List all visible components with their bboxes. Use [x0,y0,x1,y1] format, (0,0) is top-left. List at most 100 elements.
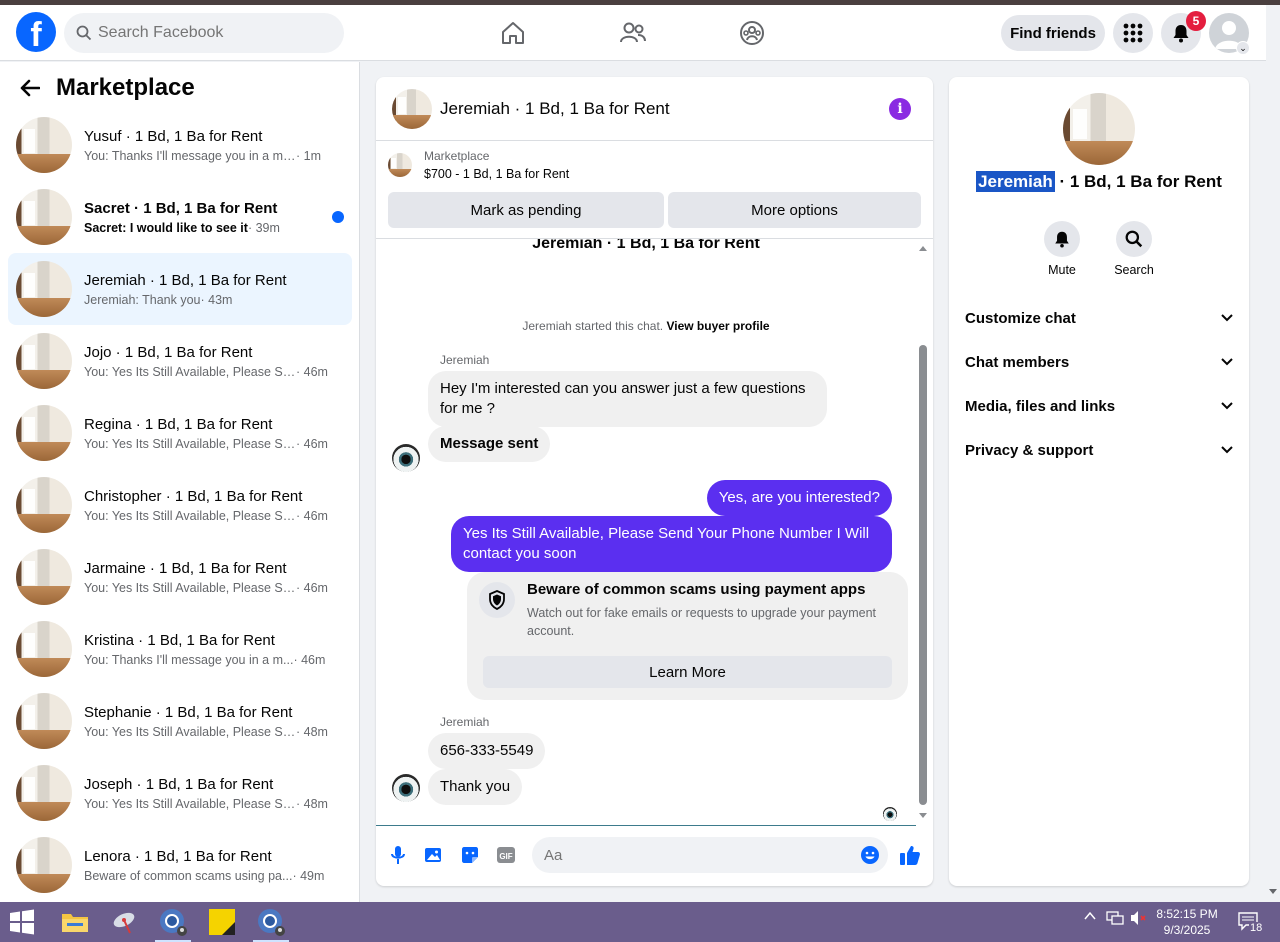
conversation-time: · 48m [296,796,328,811]
friends-icon[interactable] [617,17,649,49]
message-scrollbar[interactable] [918,245,928,825]
groups-icon[interactable] [736,17,768,49]
file-explorer-icon[interactable] [55,902,95,942]
conversation-item-jojo[interactable]: Jojo · 1 Bd, 1 Ba for Rent You: Yes Its S… [8,325,352,397]
emoji-icon[interactable] [860,845,880,865]
marketplace-listing-row[interactable]: Marketplace $700 - 1 Bd, 1 Ba for Rent [388,149,569,181]
view-buyer-profile-link[interactable]: View buyer profile [666,319,769,333]
sticker-icon[interactable] [458,843,482,867]
conversation-name: Sacret · 1 Bd, 1 Ba for Rent [84,199,278,217]
incoming-message[interactable]: Hey I'm interested can you answer just a… [428,371,827,427]
conversation-item-kristina[interactable]: Kristina · 1 Bd, 1 Ba for Rent You: Thank… [8,613,352,685]
thumbs-up-icon[interactable] [898,843,922,867]
chat-listing-thumbnail[interactable] [392,88,432,129]
conversation-preview: You: Thanks I'll message you in a mo... [84,148,296,163]
action-center-count: 18 [1249,922,1264,934]
gif-icon[interactable]: GIF [494,843,518,867]
back-arrow-icon[interactable] [20,79,40,97]
conversation-item-jeremiah[interactable]: Jeremiah · 1 Bd, 1 Ba for Rent Jeremiah: … [8,253,352,325]
incoming-message[interactable]: 656-333-5549 [428,733,546,769]
satellite-app-icon[interactable] [104,902,144,942]
home-icon[interactable] [497,17,529,49]
info-icon[interactable]: i [889,98,911,120]
chevron-down-icon [1221,358,1233,366]
conversation-item-joseph[interactable]: Joseph · 1 Bd, 1 Ba for Rent You: Yes Its… [8,757,352,829]
find-friends-button[interactable]: Find friends [1001,15,1105,51]
listing-thumbnail [16,261,72,317]
media-files-links-section[interactable]: Media, files and links [965,384,1233,428]
details-listing-photo[interactable] [1063,93,1135,165]
conversation-item-stephanie[interactable]: Stephanie · 1 Bd, 1 Ba for Rent You: Yes … [8,685,352,757]
mute-label: Mute [1048,263,1076,277]
search-label: Search [1114,263,1154,277]
incoming-message[interactable]: Thank you [428,769,523,805]
chrome-profile-icon-2[interactable] [251,902,291,942]
chat-title[interactable]: Jeremiah · 1 Bd, 1 Ba for Rent [440,99,670,119]
message-input-box[interactable] [532,837,888,873]
learn-more-button[interactable]: Learn More [483,656,892,688]
buyer-avatar[interactable] [392,444,420,472]
conversation-item-sacret[interactable]: Sacret · 1 Bd, 1 Ba for Rent Sacret: I wo… [8,181,352,253]
conversation-item-lenora[interactable]: Lenora · 1 Bd, 1 Ba for Rent Beware of co… [8,829,352,901]
conversation-item-yusuf[interactable]: Yusuf · 1 Bd, 1 Ba for Rent You: Thanks I… [8,109,352,181]
microphone-icon[interactable] [386,843,410,867]
scrollbar-thumb[interactable] [919,345,927,805]
conversation-name: Joseph · 1 Bd, 1 Ba for Rent [84,775,274,793]
conversation-name: Kristina · 1 Bd, 1 Ba for Rent [84,631,275,649]
mute-button[interactable]: Mute [1032,221,1092,277]
chat-started-notice: Jeremiah started this chat. View buyer p… [376,319,916,333]
conversation-time: · 46m [296,580,328,595]
conversation-item-christopher[interactable]: Christopher · 1 Bd, 1 Ba for Rent You: Ye… [8,469,352,541]
mark-as-pending-button[interactable]: Mark as pending [388,192,664,228]
system-clock[interactable]: 8:52:15 PM 9/3/2025 [1150,906,1224,938]
marketplace-label: Marketplace [424,149,490,163]
conversation-item-jarmaine[interactable]: Jarmaine · 1 Bd, 1 Ba for Rent You: Yes I… [8,541,352,613]
facebook-logo-icon[interactable]: f [16,12,56,52]
buyer-avatar[interactable] [392,774,420,802]
conversation-preview: You: Yes Its Still Available, Please Se.… [84,508,296,523]
clock-time: 8:52:15 PM [1156,907,1218,921]
chat-members-section[interactable]: Chat members [965,340,1233,384]
message-input[interactable] [544,846,844,864]
chrome-profile-icon[interactable] [153,902,193,942]
svg-text:GIF: GIF [499,852,512,861]
conversation-time: · 46m [296,508,328,523]
account-chevron-icon[interactable]: ⌄ [1236,41,1250,55]
conversation-time: · 48m [296,724,328,739]
conversation-name: Yusuf · 1 Bd, 1 Ba for Rent [84,127,263,145]
seen-indicator-avatar [883,807,897,821]
scam-warning-card: Beware of common scams using payment app… [467,572,908,700]
incoming-message[interactable]: Message sent [428,426,551,462]
volume-muted-icon[interactable] [1130,910,1148,929]
photo-icon[interactable] [422,843,446,867]
conversation-preview: You: Yes Its Still Available, Please Se.… [84,724,296,739]
windows-start-icon[interactable] [2,902,42,942]
page-scrollbar[interactable] [1266,5,1280,902]
conversation-preview: You: Yes Its Still Available, Please Se.… [84,796,296,811]
listing-thumbnail [16,189,72,245]
tray-chevron-up-icon[interactable] [1084,910,1096,924]
network-icon[interactable] [1106,910,1124,929]
menu-grid-button[interactable] [1113,13,1153,53]
conversation-name: Lenora · 1 Bd, 1 Ba for Rent [84,847,272,865]
customize-chat-section[interactable]: Customize chat [965,296,1233,340]
listing-thumbnail [16,333,72,389]
section-label: Chat members [965,353,1070,371]
search-input[interactable] [98,24,318,42]
outgoing-message[interactable]: Yes, are you interested? [706,480,892,516]
chevron-down-icon [1221,314,1233,322]
clock-date: 9/3/2025 [1163,923,1211,937]
conversation-name: Jojo · 1 Bd, 1 Ba for Rent [84,343,253,361]
search-conversation-button[interactable]: Search [1104,221,1164,277]
composer-divider [376,825,916,826]
outgoing-message[interactable]: Yes Its Still Available, Please Send You… [451,516,892,572]
privacy-support-section[interactable]: Privacy & support [965,428,1233,472]
more-options-button[interactable]: More options [668,192,921,228]
conversation-item-regina[interactable]: Regina · 1 Bd, 1 Ba for Rent You: Yes Its… [8,397,352,469]
grid-icon [1123,23,1143,43]
bell-icon [1055,231,1069,248]
search-icon [1125,230,1143,248]
sticky-notes-icon[interactable] [202,902,242,942]
search-box[interactable] [64,13,344,53]
conversation-name: Stephanie · 1 Bd, 1 Ba for Rent [84,703,293,721]
